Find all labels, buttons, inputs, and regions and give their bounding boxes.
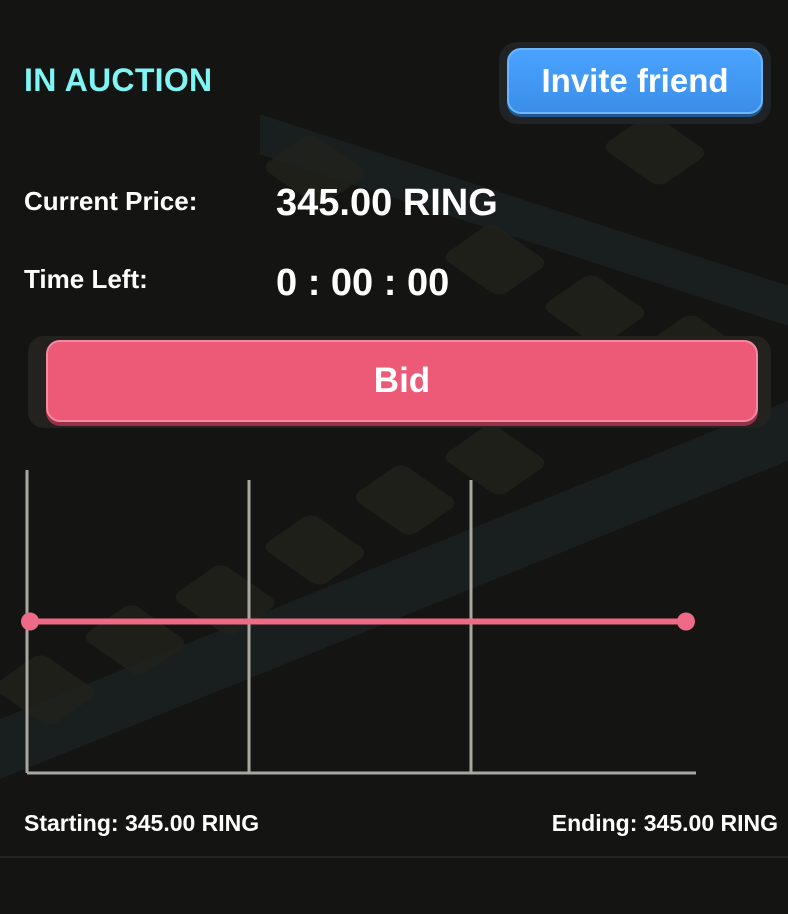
chart-series — [21, 612, 695, 631]
bid-button-container: Bid — [28, 336, 771, 428]
price-point — [677, 612, 695, 631]
divider — [0, 856, 788, 858]
invite-button-container: Invite friend — [499, 42, 771, 124]
price-chart — [21, 470, 696, 775]
ending-price-text: Ending: 345.00 RING — [551, 810, 778, 836]
bid-button[interactable]: Bid — [46, 340, 758, 422]
invite-friend-button[interactable]: Invite friend — [507, 48, 763, 114]
auction-status: IN AUCTION — [24, 62, 213, 98]
current-price-label: Current Price: — [24, 186, 198, 216]
price-point — [21, 612, 39, 631]
time-left-value: 0 : 00 : 00 — [276, 262, 450, 304]
starting-price-text: Starting: 345.00 RING — [24, 810, 260, 836]
current-price-value: 345.00 RING — [276, 182, 498, 224]
time-left-label: Time Left: — [24, 264, 148, 294]
